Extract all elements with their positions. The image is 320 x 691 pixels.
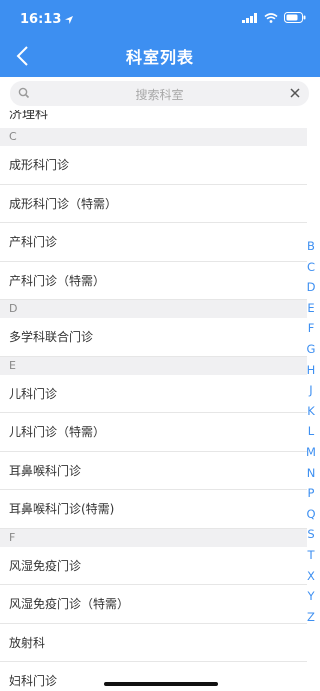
index-letter-j[interactable]: J [304, 380, 318, 401]
search-placeholder: 搜索科室 [135, 88, 184, 102]
page-title: 科室列表 [125, 48, 194, 67]
index-letter-b[interactable]: B [304, 236, 318, 257]
alphabet-index-bar[interactable]: B C D E F G H J K L M N P Q S T X Y Z [304, 236, 318, 627]
index-letter-d[interactable]: D [304, 277, 318, 298]
section-header-e: E [0, 356, 307, 375]
list-item[interactable]: 风湿免疫门诊（特需） [0, 585, 307, 624]
home-indicator [104, 682, 218, 686]
list-item[interactable]: 成形科门诊（特需） [0, 184, 307, 223]
department-list: 济理科 C 成形科门诊 成形科门诊（特需） 产科门诊 产科门诊（特需） D 多学… [0, 110, 307, 691]
list-item[interactable]: 儿科门诊 [0, 374, 307, 413]
section-header-f: F [0, 528, 307, 547]
index-letter-x[interactable]: X [304, 566, 318, 587]
index-letter-q[interactable]: Q [304, 504, 318, 525]
battery-icon [284, 12, 306, 23]
wifi-icon [264, 12, 278, 23]
list-item[interactable]: 妇科门诊 [0, 662, 307, 691]
index-letter-m[interactable]: M [304, 442, 318, 463]
index-letter-n[interactable]: N [304, 463, 318, 484]
index-letter-h[interactable]: H [304, 360, 318, 381]
list-item[interactable]: 产科门诊（特需） [0, 261, 307, 300]
status-time: 16:13 [20, 12, 74, 27]
list-item[interactable]: 放射科 [0, 623, 307, 662]
time-label: 16:13 [20, 12, 62, 27]
status-bar: 16:13 [0, 0, 320, 36]
status-icons [242, 12, 306, 23]
index-letter-e[interactable]: E [304, 298, 318, 319]
location-arrow-icon [65, 15, 74, 24]
clear-search-icon[interactable] [288, 86, 302, 100]
app-header: 16:13 科室列表 [0, 0, 320, 77]
list-item[interactable]: 耳鼻喉科门诊 [0, 451, 307, 490]
list-item[interactable]: 儿科门诊（特需） [0, 413, 307, 452]
search-input[interactable]: 搜索科室 [10, 81, 309, 106]
index-letter-y[interactable]: Y [304, 586, 318, 607]
search-bar: 搜索科室 [0, 77, 320, 110]
index-letter-l[interactable]: L [304, 421, 318, 442]
list-item[interactable]: 风湿免疫门诊 [0, 546, 307, 585]
section-header-d: D [0, 300, 307, 318]
index-letter-s[interactable]: S [304, 524, 318, 545]
list-item-partial[interactable]: 济理科 [0, 110, 307, 128]
list-item-label: 济理科 [9, 110, 49, 122]
index-letter-t[interactable]: T [304, 545, 318, 566]
index-letter-f[interactable]: F [304, 318, 318, 339]
index-letter-z[interactable]: Z [304, 607, 318, 628]
index-letter-g[interactable]: G [304, 339, 318, 360]
list-item[interactable]: 成形科门诊 [0, 146, 307, 185]
index-letter-c[interactable]: C [304, 257, 318, 278]
signal-icon [242, 12, 257, 23]
list-item[interactable]: 产科门诊 [0, 223, 307, 262]
list-item[interactable]: 多学科联合门诊 [0, 318, 307, 357]
index-letter-k[interactable]: K [304, 401, 318, 422]
list-item[interactable]: 耳鼻喉科门诊(特需) [0, 490, 307, 529]
section-header-c: C [0, 128, 307, 146]
index-letter-p[interactable]: P [304, 483, 318, 504]
